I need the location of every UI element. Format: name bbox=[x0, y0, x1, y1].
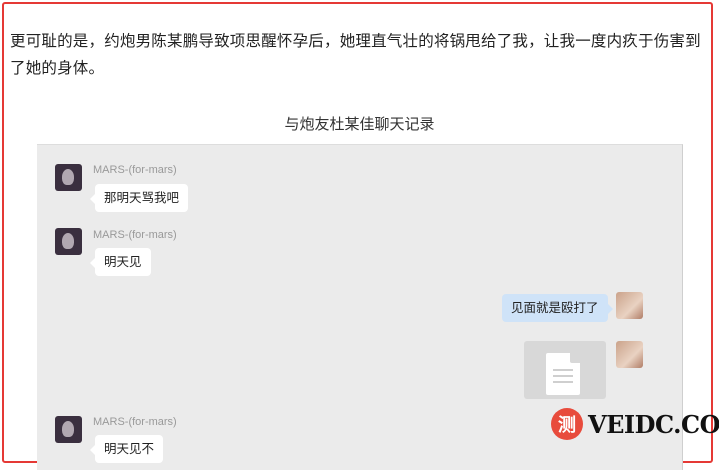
document-icon bbox=[546, 353, 580, 395]
file-attachment[interactable] bbox=[524, 341, 606, 399]
avatar-mars[interactable] bbox=[55, 228, 82, 255]
avatar-self[interactable] bbox=[616, 292, 643, 319]
chat-bubble-incoming[interactable]: 那明天骂我吧 bbox=[89, 184, 189, 212]
sender-name: MARS-(for-mars) bbox=[93, 229, 177, 241]
chat-bubble-incoming[interactable]: 明天见不 bbox=[89, 435, 164, 463]
image-caption: 与炮友杜某佳聊天记录 bbox=[284, 115, 435, 133]
avatar-mars[interactable] bbox=[55, 416, 82, 443]
site-watermark: 测 VEIDC.COM bbox=[551, 406, 719, 442]
sender-name: MARS-(for-mars) bbox=[93, 416, 177, 428]
avatar-mars[interactable] bbox=[55, 164, 82, 191]
avatar-self[interactable] bbox=[616, 341, 643, 368]
watermark-text: VEIDC.COM bbox=[588, 409, 719, 439]
watermark-badge: 测 bbox=[551, 408, 583, 440]
chat-bubble-outgoing[interactable]: 见面就是殴打了 bbox=[502, 294, 613, 322]
article-paragraph: 更可耻的是，约炮男陈某鹏导致项思醒怀孕后，她理直气壮的将锅甩给了我，让我一度内疚… bbox=[10, 32, 701, 77]
chat-bubble-incoming[interactable]: 明天见 bbox=[90, 248, 151, 276]
sender-name: MARS-(for-mars) bbox=[93, 164, 177, 176]
